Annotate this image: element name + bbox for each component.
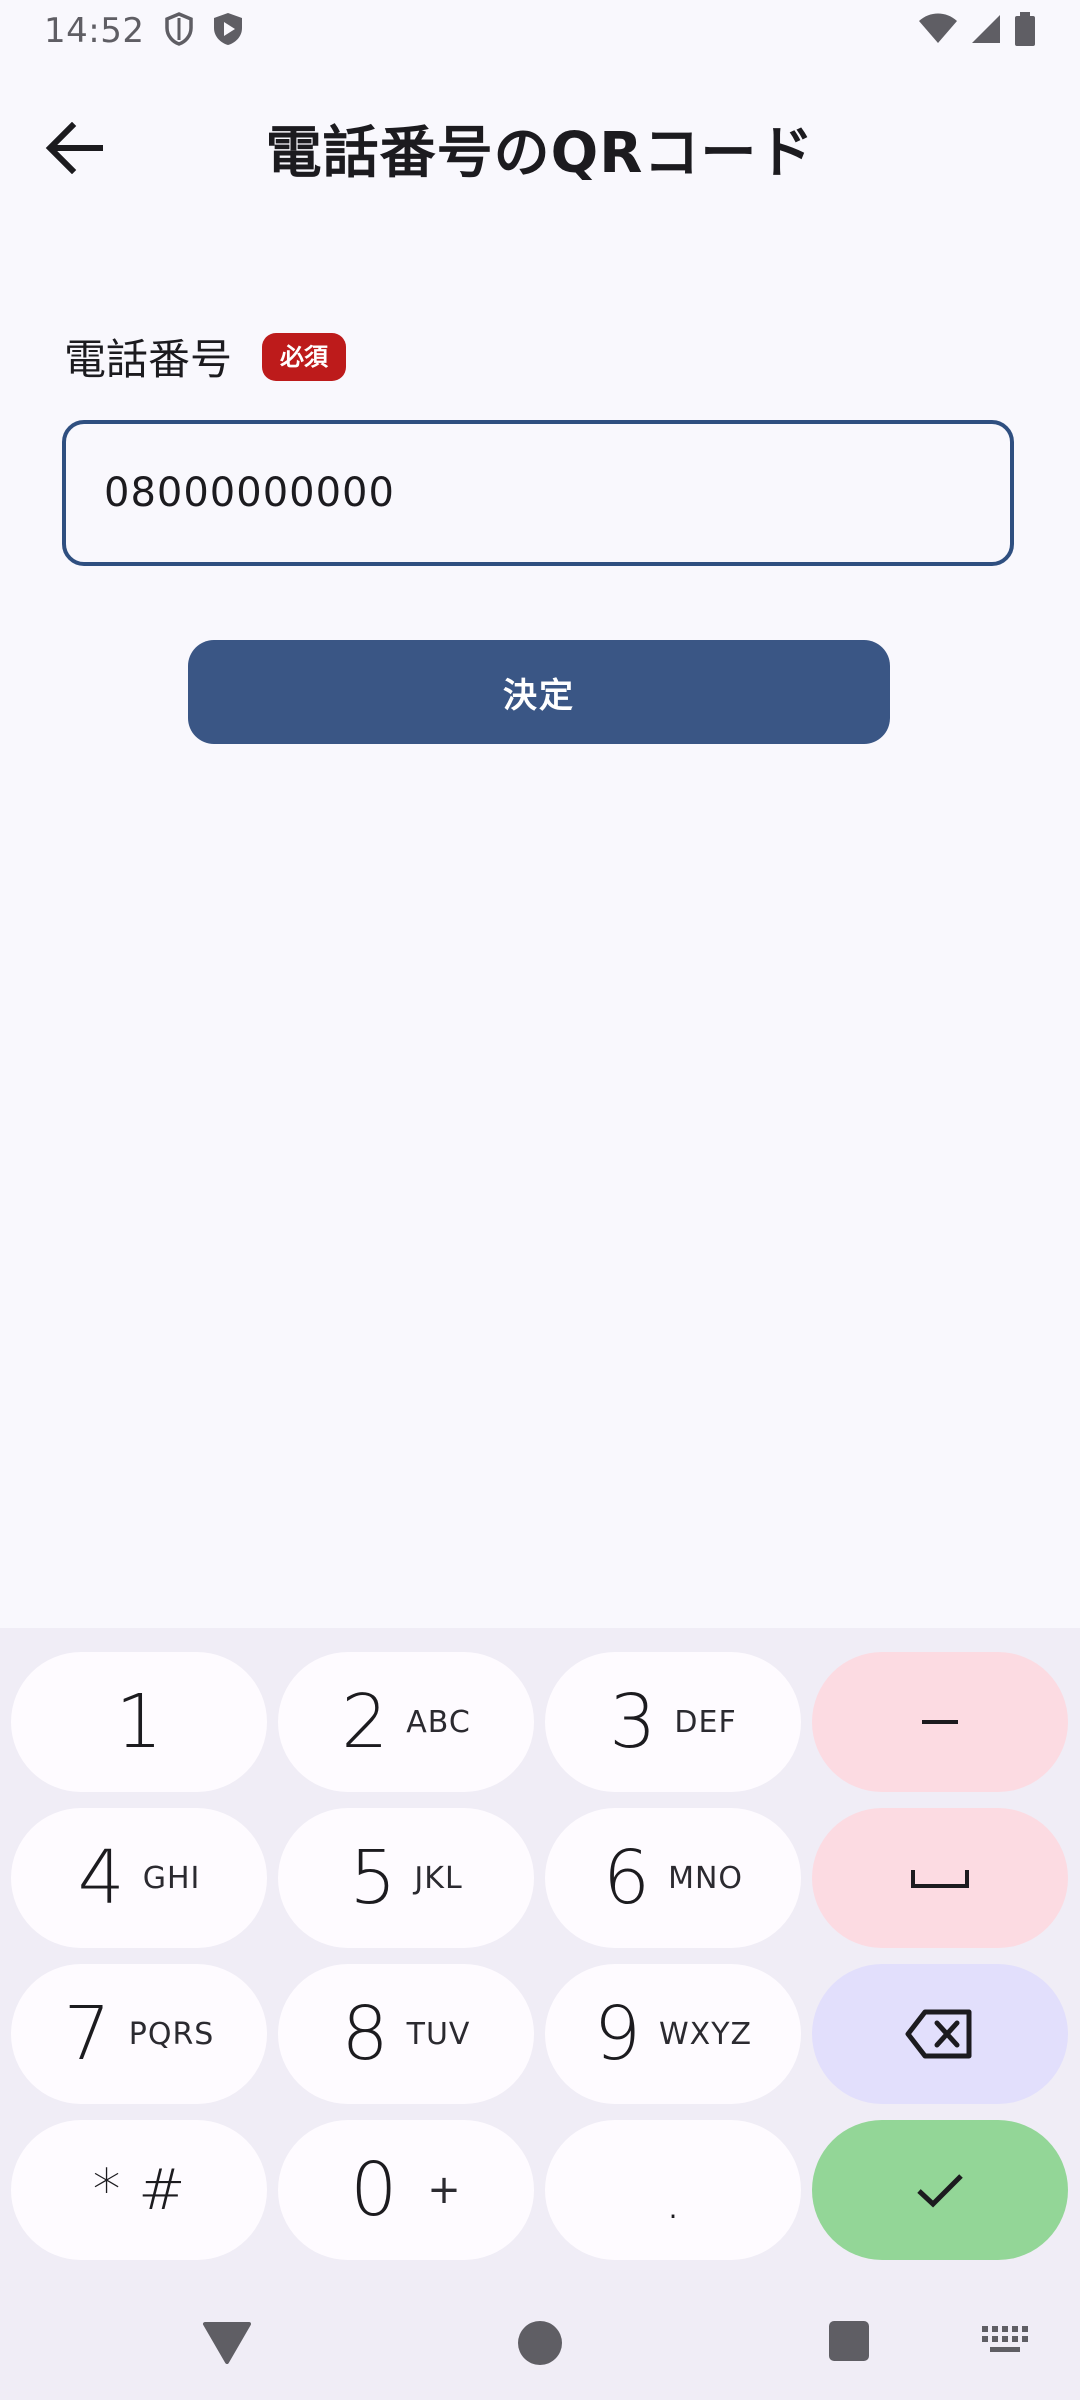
key-7[interactable]: 7 PQRS (11, 1964, 267, 2104)
key-5[interactable]: 5 JKL (278, 1808, 534, 1948)
circle-icon (518, 2321, 562, 2365)
key-star-hash[interactable]: * # (11, 2120, 267, 2260)
signal-icon (970, 13, 1002, 49)
key-6[interactable]: 6 MNO (545, 1808, 801, 1948)
backspace-icon (905, 2009, 972, 2059)
key-period[interactable]: . (545, 2120, 801, 2260)
phone-number-input[interactable] (62, 420, 1014, 566)
phone-label: 電話番号 (64, 335, 233, 384)
key-3[interactable]: 3 DEF (545, 1652, 801, 1792)
minus-key[interactable] (812, 1652, 1068, 1792)
play-shield-icon (212, 12, 244, 50)
checkmark-icon (917, 2174, 963, 2208)
key-0[interactable]: 0 + (278, 2120, 534, 2260)
phone-label-row: 電話番号 必須 (64, 326, 347, 387)
required-badge: 必須 (262, 332, 347, 381)
space-key[interactable] (812, 1808, 1068, 1948)
shield-icon (164, 12, 194, 50)
triangle-down-icon (203, 2322, 251, 2364)
system-nav-bar (0, 2280, 1080, 2400)
app-bar: 電話番号のQRコード (0, 86, 1080, 210)
key-4[interactable]: 4 GHI (11, 1808, 267, 1948)
key-8[interactable]: 8 TUV (278, 1964, 534, 2104)
recents-nav-button[interactable] (828, 2320, 870, 2366)
back-nav-button[interactable] (202, 2320, 252, 2368)
done-key[interactable] (812, 2120, 1068, 2260)
key-9[interactable]: 9 WXYZ (545, 1964, 801, 2104)
key-1[interactable]: 1 (11, 1652, 267, 1792)
arrow-left-icon (45, 122, 103, 174)
space-icon (911, 1870, 969, 1888)
home-nav-button[interactable] (517, 2320, 563, 2370)
key-2[interactable]: 2 ABC (278, 1652, 534, 1792)
keyboard-switch-button[interactable] (982, 2326, 1028, 2358)
page-title: 電話番号のQRコード (265, 120, 815, 186)
status-time: 14:52 (44, 11, 145, 51)
minus-icon (922, 1720, 958, 1724)
status-bar: 14:52 (0, 0, 1080, 62)
submit-button[interactable]: 決定 (188, 640, 890, 744)
back-button[interactable] (36, 110, 112, 186)
wifi-icon (918, 13, 958, 49)
battery-icon (1014, 12, 1036, 50)
square-icon (829, 2321, 869, 2361)
keyboard-icon (982, 2326, 1028, 2352)
backspace-key[interactable] (812, 1964, 1068, 2104)
